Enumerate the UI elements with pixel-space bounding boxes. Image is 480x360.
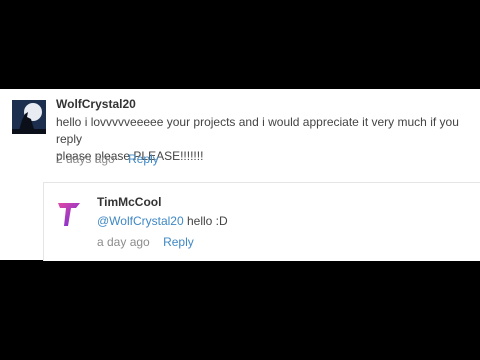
- comment-author[interactable]: TimMcCool: [97, 195, 161, 209]
- comments-panel: WolfCrystal20 hello i lovvvvveeeee your …: [0, 89, 480, 261]
- comment-meta: 2 days ago Reply: [56, 152, 159, 166]
- reply-comment-timmccool: TimMcCool @WolfCrystal20 hello :D a day …: [43, 182, 480, 261]
- reply-button[interactable]: Reply: [128, 152, 159, 166]
- comment-author[interactable]: WolfCrystal20: [56, 97, 136, 111]
- comment-text: @WolfCrystal20 hello :D: [97, 213, 228, 230]
- comment-wolfcrystal20: WolfCrystal20 hello i lovvvvveeeee your …: [0, 89, 480, 179]
- reply-button[interactable]: Reply: [163, 235, 194, 249]
- comment-text-line-1: hello i lovvvvveeeee your projects and i…: [56, 115, 459, 146]
- timmccool-avatar-icon[interactable]: [54, 196, 84, 230]
- wolf-avatar-icon[interactable]: [12, 100, 46, 134]
- comment-meta: a day ago Reply: [97, 235, 194, 249]
- comment-time: a day ago: [97, 235, 150, 249]
- comment-time: 2 days ago: [56, 152, 115, 166]
- mention-link[interactable]: @WolfCrystal20: [97, 214, 184, 228]
- comment-text-body: hello :D: [183, 214, 228, 228]
